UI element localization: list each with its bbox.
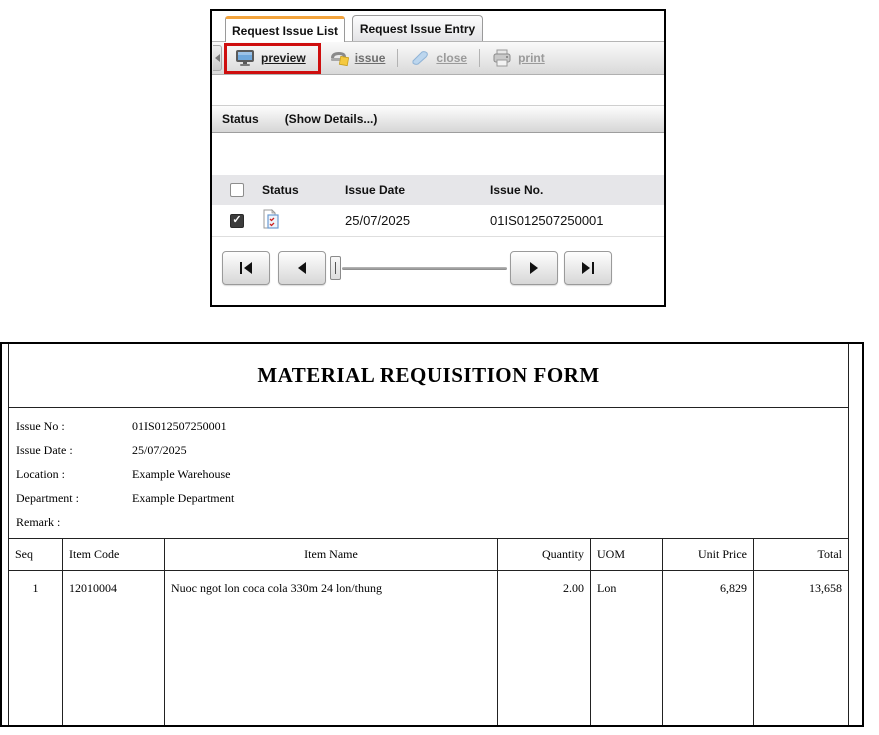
last-page-icon — [582, 262, 590, 274]
column-header-issue-no[interactable]: Issue No. — [490, 183, 664, 197]
last-page-icon-bar — [592, 262, 594, 274]
report-item-table: Seq Item Code Item Name Quantity UOM Uni… — [9, 538, 848, 725]
cell-uom: Lon — [591, 571, 663, 725]
request-issue-panel: Request Issue List Request Issue Entry p… — [210, 9, 666, 307]
field-issue-date: Issue Date : 25/07/2025 — [16, 443, 848, 458]
report-title-section: MATERIAL REQUISITION FORM — [9, 344, 848, 408]
field-issue-no: Issue No : 01IS012507250001 — [16, 419, 848, 434]
field-label: Issue No : — [16, 419, 132, 434]
print-label: print — [518, 51, 545, 65]
report-table-row: 1 12010004 Nuoc ngot lon coca cola 330m … — [9, 571, 848, 725]
issue-row[interactable]: ✓ 25/07/2025 01IS012507250001 — [212, 205, 664, 237]
toolbar-separator — [397, 49, 398, 67]
print-button[interactable]: print — [484, 45, 553, 71]
report-table-header: Seq Item Code Item Name Quantity UOM Uni… — [9, 539, 848, 571]
tab-request-issue-entry[interactable]: Request Issue Entry — [352, 15, 483, 41]
cell-item-name: Nuoc ngot lon coca cola 330m 24 lon/thun… — [165, 571, 498, 725]
tab-label: Request Issue List — [232, 24, 338, 38]
monitor-icon — [235, 49, 255, 67]
column-header-issue-date[interactable]: Issue Date — [345, 183, 490, 197]
first-page-button[interactable] — [222, 251, 270, 285]
document-checklist-icon — [262, 209, 280, 230]
collapse-arrow-icon — [215, 54, 220, 62]
header-unit-price: Unit Price — [663, 539, 754, 570]
field-value: 25/07/2025 — [132, 443, 187, 458]
row-checkbox[interactable]: ✓ — [230, 214, 244, 228]
stamp-with-yellow-note-icon — [329, 49, 349, 67]
report-fields: Issue No : 01IS012507250001 Issue Date :… — [9, 408, 848, 538]
field-value: Example Warehouse — [132, 467, 230, 482]
cell-quantity: 2.00 — [498, 571, 591, 725]
cell-item-code: 12010004 — [63, 571, 165, 725]
printer-icon — [492, 49, 512, 67]
column-header-status[interactable]: Status — [250, 183, 345, 197]
report-preview-container: MATERIAL REQUISITION FORM Issue No : 01I… — [0, 342, 864, 727]
page-slider-track[interactable] — [342, 267, 507, 270]
header-seq: Seq — [9, 539, 63, 570]
report-title: MATERIAL REQUISITION FORM — [257, 363, 599, 388]
toolbar: preview issue close — [212, 42, 664, 75]
field-department: Department : Example Department — [16, 491, 848, 506]
toolbar-separator — [479, 49, 480, 67]
tab-request-issue-list[interactable]: Request Issue List — [225, 16, 345, 42]
grid-header-row: Status Issue Date Issue No. — [212, 175, 664, 205]
issue-no-cell: 01IS012507250001 — [490, 213, 664, 228]
issue-label: issue — [355, 51, 386, 65]
field-label: Issue Date : — [16, 443, 132, 458]
pagination-bar — [212, 237, 664, 305]
preview-button[interactable]: preview — [224, 43, 321, 74]
cell-seq: 1 — [9, 571, 63, 725]
toolbar-collapse-handle[interactable] — [213, 45, 222, 71]
field-label: Remark : — [16, 515, 132, 530]
field-remark: Remark : — [16, 515, 848, 530]
select-all-checkbox[interactable] — [230, 183, 244, 197]
field-label: Location : — [16, 467, 132, 482]
spacer — [212, 75, 664, 105]
field-value: 01IS012507250001 — [132, 419, 227, 434]
header-item-code: Item Code — [63, 539, 165, 570]
close-label: close — [436, 51, 467, 65]
last-page-button[interactable] — [564, 251, 612, 285]
status-section-title: Status — [222, 112, 259, 126]
screen: Request Issue List Request Issue Entry p… — [0, 0, 879, 735]
field-location: Location : Example Warehouse — [16, 467, 848, 482]
header-quantity: Quantity — [498, 539, 591, 570]
close-book-icon — [410, 50, 430, 66]
first-page-icon — [240, 262, 242, 274]
header-total: Total — [754, 539, 848, 570]
header-uom: UOM — [591, 539, 663, 570]
show-details-link[interactable]: (Show Details...) — [285, 112, 378, 126]
material-requisition-form: MATERIAL REQUISITION FORM Issue No : 01I… — [8, 344, 849, 725]
checkmark-icon: ✓ — [232, 215, 241, 226]
spacer — [212, 133, 664, 175]
cell-unit-price: 6,829 — [663, 571, 754, 725]
cell-total: 13,658 — [754, 571, 848, 725]
header-item-name: Item Name — [165, 539, 498, 570]
next-page-icon — [530, 262, 538, 274]
field-value: Example Department — [132, 491, 234, 506]
tab-label: Request Issue Entry — [360, 22, 475, 36]
page-slider-handle[interactable] — [330, 256, 341, 280]
previous-page-button[interactable] — [278, 251, 326, 285]
first-page-icon-arrow — [244, 262, 252, 274]
issue-button[interactable]: issue — [321, 45, 394, 71]
field-label: Department : — [16, 491, 132, 506]
close-button[interactable]: close — [402, 46, 475, 70]
tab-bar: Request Issue List Request Issue Entry — [212, 11, 664, 42]
status-section-header: Status (Show Details...) — [212, 105, 664, 133]
previous-page-icon — [298, 262, 306, 274]
next-page-button[interactable] — [510, 251, 558, 285]
issue-date-cell: 25/07/2025 — [345, 213, 490, 228]
preview-label: preview — [261, 51, 306, 65]
